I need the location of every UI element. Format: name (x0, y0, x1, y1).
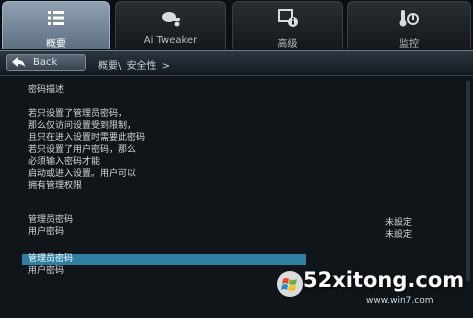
description-line: 启动或进入设置。用户可以 (28, 169, 137, 179)
user-password-status-label: 用户密码 (28, 227, 65, 237)
nav-bar: Back 概要\ 安全性 > (0, 51, 473, 76)
tab-ai-tweaker[interactable]: Ai Tweaker (115, 1, 226, 49)
back-label: Back (33, 57, 58, 68)
tweaker-icon (161, 12, 180, 27)
tab-label: Ai Tweaker (143, 35, 198, 46)
tab-label: 监控 (399, 39, 419, 50)
breadcrumb-current: 安全性 (126, 61, 157, 72)
description-line: 若只设置了用户密码，那么 (28, 145, 137, 155)
list-icon (48, 11, 64, 25)
watermark-text: 52xitong.com (303, 268, 465, 292)
tab-advanced[interactable]: 高级 (232, 1, 343, 50)
windows-logo-icon (277, 271, 303, 297)
breadcrumb-root[interactable]: 概要\ (98, 61, 121, 72)
user-password-status-value: 未設定 (385, 230, 413, 240)
option-label: 管理员密码 (28, 254, 74, 264)
back-button[interactable]: Back (6, 54, 86, 71)
watermark-subtext: www.win7.com (366, 296, 434, 306)
user-password-option[interactable]: 用户密码 (28, 266, 64, 277)
back-arrow-icon (12, 57, 25, 67)
description-line: 那么仅访问设置受到限制， (28, 121, 137, 131)
monitor-icon (399, 10, 419, 27)
tab-monitor[interactable]: 监控 (347, 1, 471, 50)
description-line: 拥有管理权限 (28, 181, 83, 191)
admin-password-status-label: 管理员密码 (28, 215, 74, 225)
tab-label: 概要 (46, 39, 66, 50)
description-line: 若只设置了管理员密码， (28, 109, 128, 119)
description-heading: 密码描述 (28, 85, 65, 95)
breadcrumb-arrow: > (161, 61, 171, 72)
tab-label: 高级 (277, 39, 298, 50)
admin-password-option[interactable]: 管理员密码 (22, 254, 306, 265)
tab-main[interactable]: 概要 (2, 1, 110, 50)
description-line: 必须输入密码才能 (28, 157, 101, 167)
info-icon (277, 9, 298, 27)
top-tab-bar: 概要 Ai Tweaker 高级 监控 (0, 0, 473, 50)
breadcrumb: 概要\ 安全性 > (98, 57, 172, 72)
scrollbar[interactable] (466, 81, 470, 281)
description-line: 且只在进入设置时需要此密码 (28, 133, 146, 143)
